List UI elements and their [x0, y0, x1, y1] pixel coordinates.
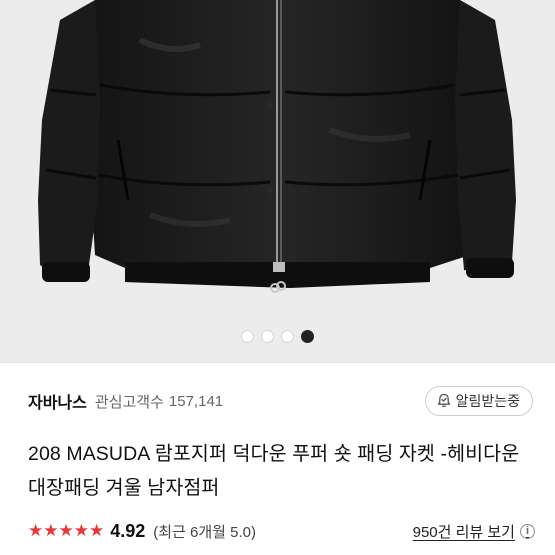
carousel-indicator[interactable] [0, 330, 555, 343]
rating-stars: ★★★★★ [28, 521, 105, 540]
rating-row: ★★★★★ 4.92 (최근 6개월 5.0) 950건 리뷰 보기 i [28, 520, 535, 542]
follow-label: 알림받는중 [455, 393, 520, 409]
rating-score: 4.92 [110, 520, 146, 541]
carousel-dot[interactable] [241, 330, 254, 343]
divider [0, 362, 555, 363]
info-icon[interactable]: i [520, 523, 535, 539]
bell-check-icon [437, 393, 450, 408]
black-puffer-jacket-image [0, 0, 555, 362]
rating-period: (최근 6개월 5.0) [153, 523, 256, 541]
follow-button[interactable]: 알림받는중 [424, 386, 533, 416]
product-title: 208 MASUDA 람포지퍼 덕다운 푸퍼 숏 패딩 자켓 -헤비다운 대장패… [28, 443, 520, 499]
review-link[interactable]: 950건 리뷰 보기 i [413, 521, 535, 542]
shop-name[interactable]: 자바나스 [28, 389, 87, 413]
carousel-dot[interactable] [261, 330, 274, 343]
carousel-dot-active[interactable] [301, 330, 314, 343]
product-image[interactable] [0, 0, 555, 362]
interest-label: 관심고객수 [94, 393, 164, 411]
shop-row: 자바나스 관심고객수 157,141 알림받는중 [28, 384, 533, 418]
review-link-label[interactable]: 950건 리뷰 보기 [413, 521, 515, 542]
carousel-dot[interactable] [281, 330, 294, 343]
interest-count: 157,141 [168, 392, 224, 410]
